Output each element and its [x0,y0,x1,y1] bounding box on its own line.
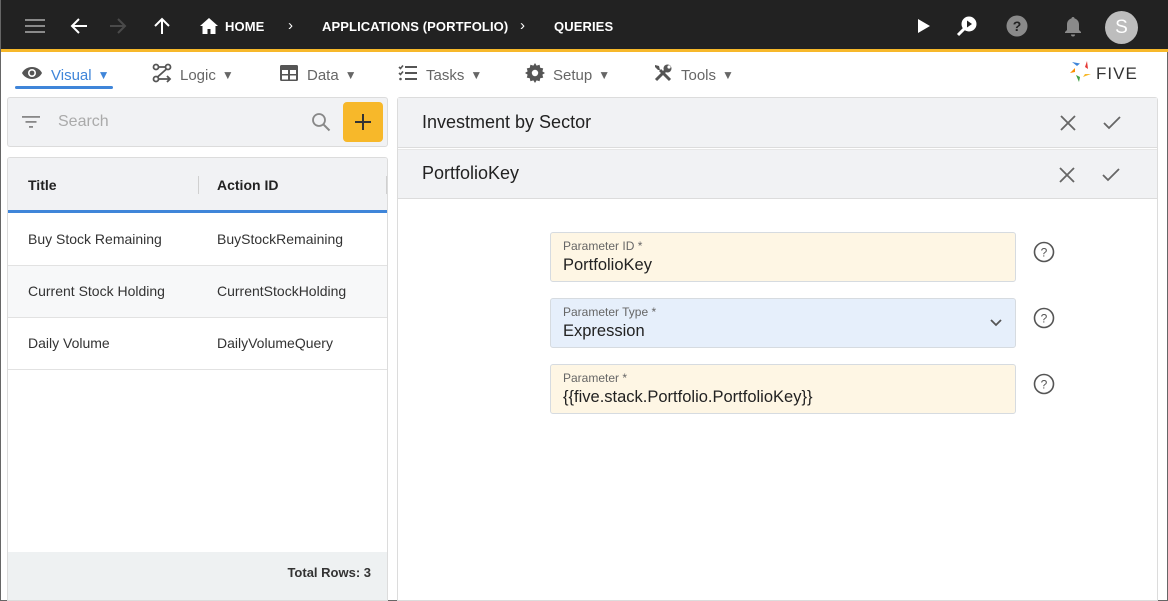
forward-arrow-icon[interactable] [105,13,131,39]
app-window: HOME › APPLICATIONS (PORTFOLIO) › QUERIE… [0,0,1168,601]
parameter-type-select[interactable]: Parameter Type * Expression [550,298,1016,348]
search-icon[interactable] [311,112,331,137]
total-rows: Total Rows: 3 [287,565,371,580]
parameter-id-field[interactable]: Parameter ID * [550,232,1016,282]
svg-text:?: ? [1041,246,1048,260]
query-list: Title Action ID Buy Stock Remaining BuyS… [7,157,388,601]
menu-icon[interactable] [22,13,48,39]
help-circle-icon[interactable]: ? [1033,307,1055,329]
menu-visual-label: Visual [51,66,92,84]
active-tab-indicator [15,86,113,89]
eye-icon [21,66,43,84]
run-search-icon[interactable] [954,13,980,39]
dropdown-arrow-icon: ▼ [470,68,483,82]
table-icon [279,64,299,86]
cell-title: Daily Volume [28,335,110,351]
svg-text:?: ? [1013,18,1022,34]
play-icon[interactable] [911,13,937,39]
five-logo-icon [1069,59,1093,88]
column-header-title[interactable]: Title [28,177,57,193]
menu-logic[interactable]: Logic ▼ [152,62,234,88]
breadcrumb-queries[interactable]: QUERIES [554,19,613,34]
home-icon[interactable] [196,13,222,39]
search-input[interactable] [58,110,298,134]
parent-record-header: Investment by Sector [398,98,1157,148]
dropdown-arrow-icon: ▼ [598,68,611,82]
column-header-action-id[interactable]: Action ID [217,177,278,193]
column-divider[interactable] [386,176,387,194]
breadcrumb-home[interactable]: HOME [225,19,264,34]
menu-tasks[interactable]: Tasks ▼ [398,62,482,88]
up-arrow-icon[interactable] [149,13,175,39]
menu-setup[interactable]: Setup ▼ [525,62,610,88]
parameter-type-label: Parameter Type * [563,305,657,319]
checklist-icon [398,64,418,86]
list-header: Title Action ID [8,158,387,213]
breadcrumb-applications[interactable]: APPLICATIONS (PORTFOLIO) [322,19,508,34]
filter-icon[interactable] [22,115,40,134]
dropdown-arrow-icon: ▼ [221,68,234,82]
table-row[interactable]: Buy Stock Remaining BuyStockRemaining [8,214,387,266]
confirm-check-icon[interactable] [1100,111,1124,135]
cell-title: Buy Stock Remaining [28,231,162,247]
menu-tools[interactable]: Tools ▼ [653,62,734,88]
add-button[interactable] [343,102,383,142]
dropdown-arrow-icon: ▼ [722,68,734,82]
menu-tasks-label: Tasks [426,66,465,84]
search-bar [7,97,388,147]
menu-data-label: Data [307,66,339,84]
five-logo: FIVE [1069,59,1138,88]
chevron-down-icon[interactable] [989,315,1003,333]
help-circle-icon[interactable]: ? [1033,241,1055,263]
parameter-label: Parameter * [563,371,628,385]
gear-icon [525,63,545,87]
parameter-input[interactable] [563,388,983,407]
breadcrumb-separator: › [520,17,525,34]
back-arrow-icon[interactable] [66,13,92,39]
parent-record-title: Investment by Sector [422,112,592,132]
cell-title: Current Stock Holding [28,283,165,299]
child-record-title: PortfolioKey [422,163,520,183]
confirm-check-icon[interactable] [1099,163,1123,187]
help-circle-icon[interactable]: ? [1033,373,1055,395]
menu-logic-label: Logic [180,66,216,84]
bell-icon[interactable] [1060,13,1086,39]
table-row[interactable]: Current Stock Holding CurrentStockHoldin… [8,266,387,318]
logic-icon [152,63,172,87]
svg-text:?: ? [1041,312,1048,326]
column-divider[interactable] [198,176,199,194]
parameter-field[interactable]: Parameter * [550,364,1016,414]
close-icon[interactable] [1055,163,1079,187]
dropdown-arrow-icon: ▼ [344,68,357,82]
five-logo-text: FIVE [1096,63,1138,83]
tools-icon [653,63,673,87]
svg-text:?: ? [1041,378,1048,392]
parameter-type-value: Expression [563,322,645,340]
menu-tools-label: Tools [681,66,717,84]
close-icon[interactable] [1056,111,1080,135]
cell-action-id: BuyStockRemaining [217,231,344,247]
child-record-header: PortfolioKey [398,149,1157,199]
menu-setup-label: Setup [553,66,593,84]
parameter-id-input[interactable] [563,256,983,275]
avatar[interactable]: S [1105,11,1138,44]
menu-visual[interactable]: Visual ▼ [21,62,109,88]
plus-icon [355,114,371,130]
help-icon[interactable]: ? [1004,13,1030,39]
cell-action-id: CurrentStockHolding [217,283,347,299]
menu-data[interactable]: Data ▼ [279,62,357,88]
top-bar: HOME › APPLICATIONS (PORTFOLIO) › QUERIE… [1,0,1168,52]
parameter-id-label: Parameter ID * [563,239,643,253]
breadcrumb-separator: › [288,17,293,34]
table-row[interactable]: Daily Volume DailyVolumeQuery [8,318,387,370]
detail-panel: Investment by Sector PortfolioKey Parame… [397,97,1158,601]
list-footer: Total Rows: 3 [8,552,387,600]
menu-bar: Visual ▼ Logic ▼ Data ▼ Tasks ▼ Setup ▼ … [1,55,1168,93]
cell-action-id: DailyVolumeQuery [217,335,333,351]
dropdown-arrow-icon: ▼ [97,68,110,82]
